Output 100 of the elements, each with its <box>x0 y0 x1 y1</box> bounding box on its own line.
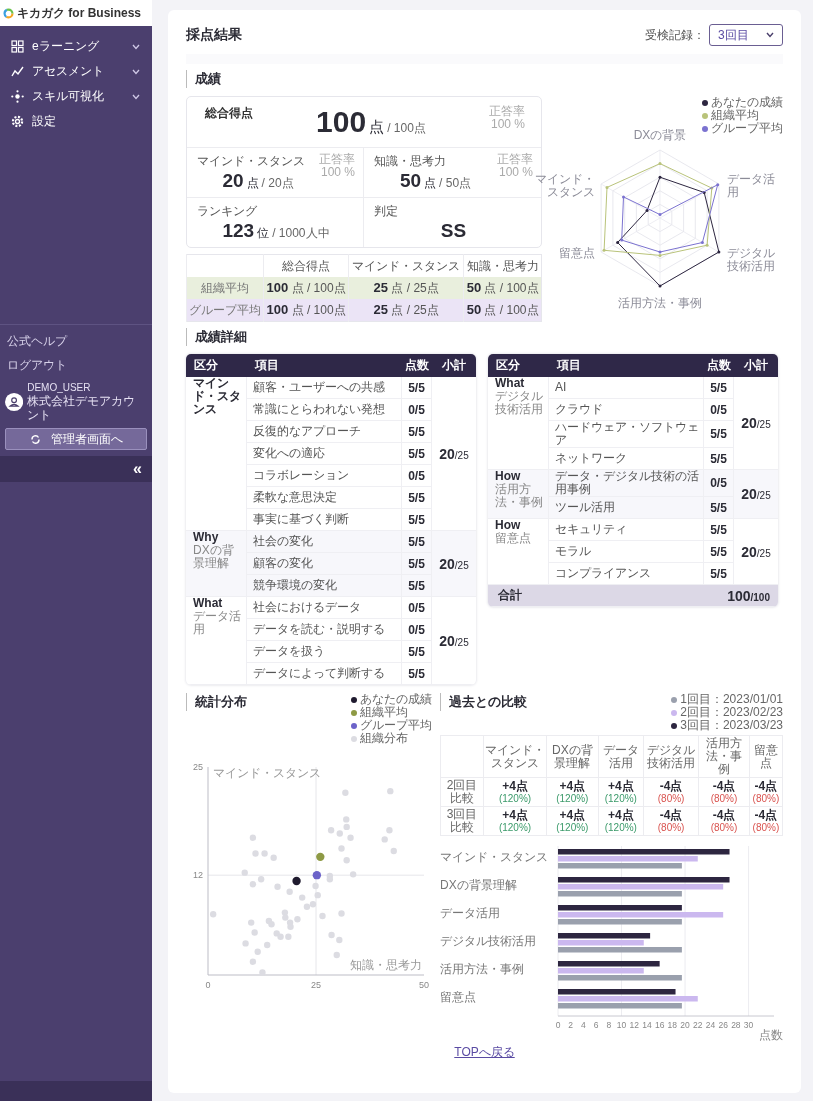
tick-label: 25 <box>193 762 203 772</box>
item-score: 5/5 <box>704 497 734 519</box>
change-percent: (80%) <box>656 793 686 804</box>
rate-value: 100 % <box>320 166 355 179</box>
page-title: 採点結果 <box>186 26 242 44</box>
data-point <box>248 919 255 926</box>
score-max: / 1000人中 <box>272 225 330 242</box>
tick-label: 50 <box>419 980 429 990</box>
change-percent: (80%) <box>656 822 686 833</box>
item-name: コラボレーション <box>247 465 402 487</box>
nav-item[interactable]: 設定 <box>0 109 152 134</box>
nav-item[interactable]: スキル可視化 <box>0 84 152 109</box>
axis-label: マインド・スタンス <box>534 172 596 199</box>
tick-label: 25 <box>311 980 321 990</box>
category-label: 活用方法・事例 <box>440 961 525 978</box>
record-select[interactable]: 3回目 <box>709 24 783 46</box>
section-title: 過去との比較 <box>440 693 527 711</box>
sidebar-link[interactable]: ログアウト <box>5 355 147 376</box>
change-percent: (120%) <box>497 822 533 833</box>
column-header: 項目 <box>247 354 402 377</box>
total-value: 100/100 <box>704 585 778 607</box>
tick-label: 14 <box>642 1020 652 1030</box>
item-score: 0/5 <box>402 465 432 487</box>
rate-label: 正答率 <box>497 153 533 166</box>
avatar-icon <box>5 392 24 412</box>
score-value: 123 <box>222 220 255 242</box>
category-label: データ活用 <box>440 905 501 922</box>
legend-label: 3回目：2023/03/23 <box>680 719 783 732</box>
data-point <box>251 929 258 936</box>
axis-title: 知識・思考力 <box>350 958 422 972</box>
axis-label: 活用方法・事例 <box>617 296 703 310</box>
gear-icon <box>11 115 24 128</box>
legend-label: 1回目：2023/01/01 <box>680 693 783 706</box>
tick-label: 12 <box>629 1020 639 1030</box>
data-point <box>261 850 268 857</box>
category-subtitle: デジタル技術活用 <box>495 390 544 416</box>
nav-item[interactable]: eラーニング <box>0 34 152 59</box>
item-score: 5/5 <box>704 377 734 399</box>
legend-label: あなたの成績 <box>360 693 432 706</box>
category-label: デジタル技術活用 <box>440 933 537 950</box>
item-name: データ・デジタル技術の活用事例 <box>549 470 704 497</box>
score-max: / 20点 <box>261 175 294 192</box>
score-change: -4点 <box>711 809 737 822</box>
change-percent: (80%) <box>709 793 739 804</box>
column-header: 点数 <box>704 354 734 377</box>
score-unit: 点 <box>424 175 437 192</box>
score-value: 50 <box>399 170 422 192</box>
item-score: 0/5 <box>402 619 432 641</box>
data-point <box>254 948 261 955</box>
record-label: 受検記録： <box>645 26 705 44</box>
table-cell: 50 点 / 100点 <box>463 299 542 322</box>
tick-label: 20 <box>680 1020 690 1030</box>
category-subtitle: DXの背景理解 <box>193 544 235 570</box>
category-name: マインド・スタンス <box>193 377 242 416</box>
score-change: +4点 <box>606 809 635 822</box>
row-label: 2回目比較 <box>440 777 484 807</box>
change-percent: (80%) <box>751 822 781 833</box>
sparkle-icon <box>11 90 24 103</box>
item-score: 5/5 <box>402 641 432 663</box>
column-header: デジタル技術活用 <box>643 735 699 778</box>
legend-label: あなたの成績 <box>711 96 783 109</box>
axis-label: 留意点 <box>558 247 596 261</box>
data-point <box>333 951 340 959</box>
data-point <box>299 894 306 901</box>
score-change: +4点 <box>558 780 587 793</box>
tick-label: 2 <box>568 1020 574 1030</box>
tick-label: 30 <box>743 1020 754 1030</box>
item-score: 0/5 <box>402 399 432 421</box>
item-name: 反復的なアプローチ <box>247 421 402 443</box>
subtotal: 20/25 <box>432 597 476 685</box>
collapse-button[interactable]: « <box>0 456 152 482</box>
column-header: 区分 <box>186 354 247 377</box>
legend-label: 2回目：2023/02/23 <box>680 706 783 719</box>
item-name: 顧客・ユーザーへの共感 <box>247 377 402 399</box>
company-name: 株式会社デモアカウント <box>27 394 137 422</box>
category-label: DXの背景理解 <box>440 877 518 894</box>
score-label: マインド・スタンス <box>197 153 306 170</box>
nav-item[interactable]: アセスメント <box>0 59 152 84</box>
legend-label: グループ平均 <box>360 719 432 732</box>
change-percent: (80%) <box>751 793 781 804</box>
table-cell: 25 点 / 25点 <box>348 299 464 322</box>
sidebar-link[interactable]: 公式ヘルプ <box>5 331 147 352</box>
rate-label: 正答率 <box>489 105 525 118</box>
item-name: ツール活用 <box>549 497 704 519</box>
item-score: 5/5 <box>402 377 432 399</box>
change-percent: (120%) <box>555 822 590 833</box>
tick-label: 26 <box>718 1020 728 1030</box>
row-label: グループ平均 <box>186 299 264 322</box>
admin-button[interactable]: 管理者画面へ <box>5 428 147 450</box>
back-to-top-link[interactable]: TOPへ戻る <box>454 1045 515 1059</box>
item-score: 5/5 <box>402 553 432 575</box>
item-name: 変化への適応 <box>247 443 402 465</box>
column-header: DXの背景理解 <box>546 735 599 778</box>
rate-value: 100 % <box>490 118 525 131</box>
tick-label: 8 <box>606 1020 612 1030</box>
item-score: 5/5 <box>402 531 432 553</box>
score-value: SS <box>440 220 467 242</box>
data-point <box>274 883 281 890</box>
legend-label: 組織平均 <box>360 706 408 719</box>
item-name: 顧客の変化 <box>247 553 402 575</box>
